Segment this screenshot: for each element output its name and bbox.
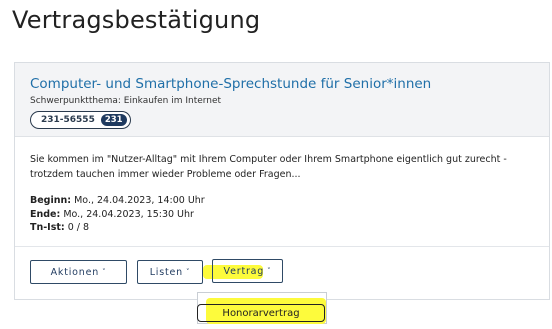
listen-label: Listen [149,266,183,278]
begin-row: Beginn: Mo., 24.04.2023, 14:00 Uhr [30,194,205,208]
chevron-down-icon: ˅ [185,268,191,276]
end-value: Mo., 24.04.2023, 15:30 Uhr [60,208,194,220]
end-label: Ende: [30,208,61,220]
course-subtitle: Schwerpunktthema: Einkaufen im Internet [30,96,222,106]
aktionen-button[interactable]: Aktionen ˅ [30,260,127,284]
end-row: Ende: Mo., 24.04.2023, 15:30 Uhr [30,208,205,222]
vertrag-button[interactable]: Vertrag ˅ [212,259,283,283]
card-footer-divider [15,246,549,247]
begin-value: Mo., 24.04.2023, 14:00 Uhr [71,195,205,206]
course-count-badge: 231 [100,114,127,126]
course-number: 231-56555 [41,115,95,125]
aktionen-label: Aktionen [50,266,100,278]
chevron-down-icon: ˅ [102,268,107,276]
participants-value: 0 / 8 [64,222,90,233]
page-title: Vertragsbestätigung [12,6,261,34]
course-description: Sie kommen im "Nutzer-Alltag" mit Ihrem … [30,154,507,180]
participants-row: Tn-Ist: 0 / 8 [30,221,205,235]
vertrag-label: Vertrag [223,265,265,277]
course-number-badge: 231-56555 231 [30,111,131,129]
begin-label: Beginn: [30,195,72,206]
listen-button[interactable]: Listen ˅ [137,260,203,284]
course-title-link[interactable]: Computer- und Smartphone-Sprechstunde fü… [30,76,431,92]
course-dates: Beginn: Mo., 24.04.2023, 14:00 Uhr Ende:… [30,194,205,235]
participants-label: Tn-Ist: [30,222,65,233]
menu-item-honorarvertrag[interactable]: Honorarvertrag [197,304,325,322]
chevron-down-icon: ˅ [267,267,272,275]
course-card-header: Computer- und Smartphone-Sprechstunde fü… [15,63,549,137]
